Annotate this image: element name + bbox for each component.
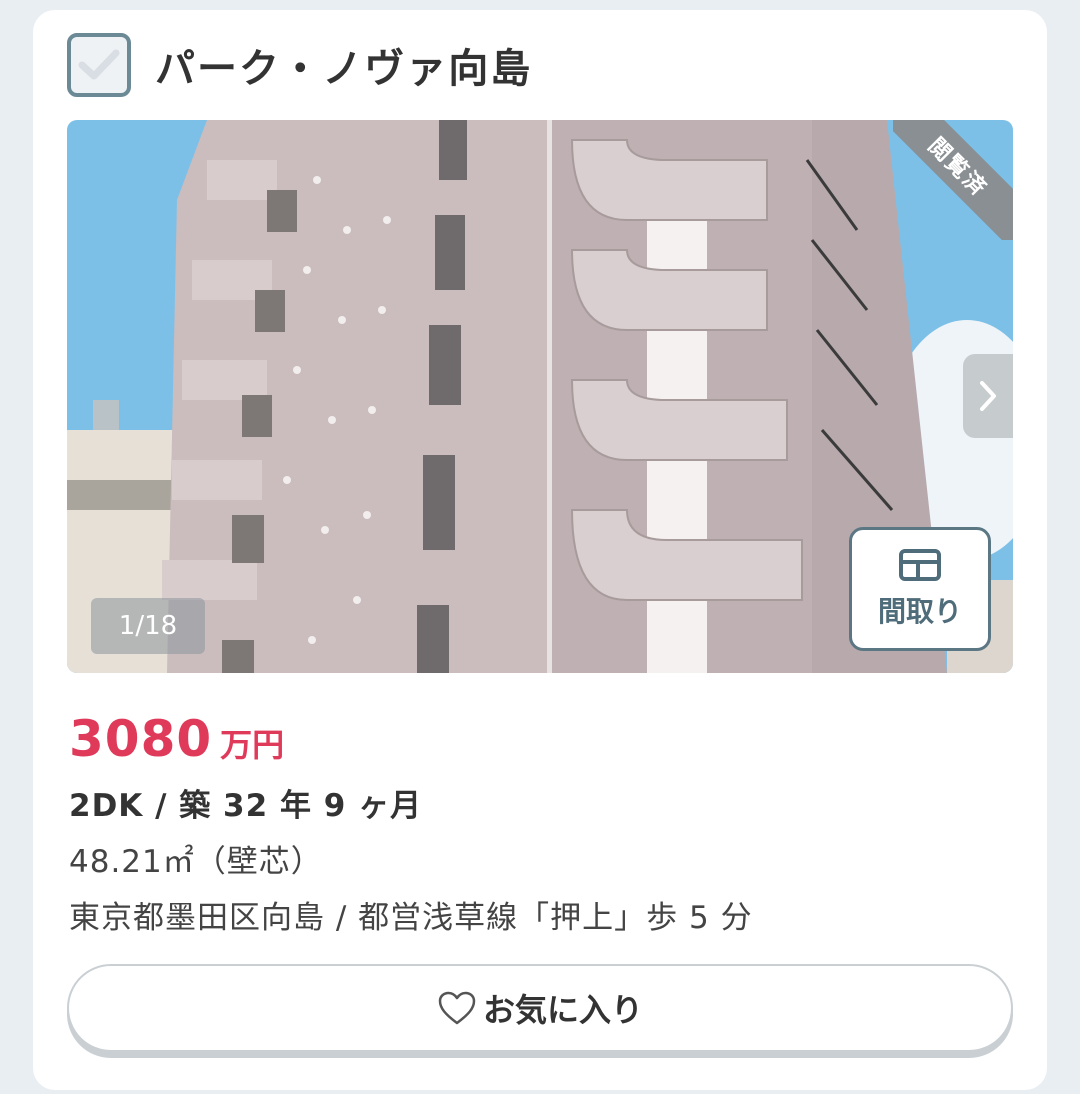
- next-photo-button[interactable]: [963, 354, 1013, 438]
- favorite-button[interactable]: お気に入り: [67, 964, 1013, 1052]
- viewed-badge: 閲覧済: [922, 133, 992, 203]
- compare-checkbox[interactable]: [67, 33, 131, 97]
- chevron-right-icon: [980, 381, 996, 411]
- floorplan-label: 間取り: [877, 595, 962, 628]
- floorplan-button[interactable]: 間取り: [849, 527, 991, 651]
- price-value: 3080: [69, 710, 213, 768]
- check-icon: [78, 49, 120, 80]
- address-access: 東京都墨田区向島 / 都営浅草線「押上」歩 5 分: [69, 900, 753, 936]
- heart-outline-icon: [438, 991, 476, 1025]
- property-title[interactable]: パーク・ノヴァ向島: [155, 36, 532, 94]
- favorite-label: お気に入り: [482, 991, 643, 1029]
- listing-card[interactable]: パーク・ノヴァ向島 閲覧済 1/18 間取り 3080 万円 2DK / 築 3…: [33, 10, 1047, 1090]
- photo-counter: 1/18: [91, 598, 205, 654]
- floor-area: 48.21㎡（壁芯）: [69, 844, 323, 880]
- price-unit: 万円: [220, 726, 285, 764]
- property-photo[interactable]: 閲覧済 1/18 間取り: [67, 120, 1013, 673]
- floorplan-icon: [899, 549, 941, 581]
- viewed-ribbon: 閲覧済: [893, 120, 1013, 240]
- layout-age: 2DK / 築 32 年 9 ヶ月: [69, 788, 423, 824]
- card-header: パーク・ノヴァ向島: [67, 32, 532, 98]
- price: 3080 万円: [69, 710, 284, 768]
